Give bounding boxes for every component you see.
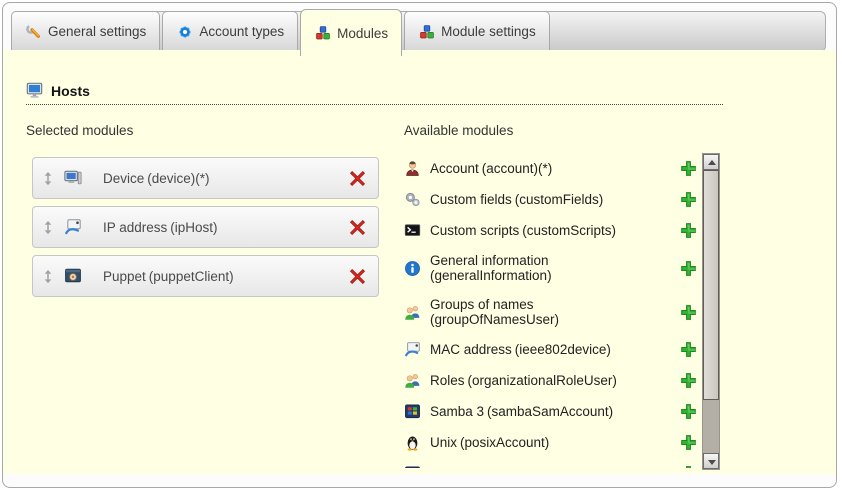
scroll-down-button[interactable] — [703, 453, 719, 469]
available-module-custom-scripts: Custom scripts(customScripts) — [404, 215, 697, 246]
available-modules-heading: Available modules — [404, 123, 513, 138]
remove-x-icon — [349, 268, 366, 285]
monitor-icon — [26, 82, 43, 99]
selected-modules-heading: Selected modules — [26, 123, 133, 138]
add-module-button[interactable] — [680, 160, 697, 177]
tab-label: Account types — [199, 24, 284, 39]
windows-icon — [404, 465, 421, 468]
tab-label: Module settings — [441, 24, 536, 39]
modules-icon — [419, 24, 435, 40]
puppet-icon — [64, 267, 82, 285]
add-module-button[interactable] — [680, 403, 697, 420]
section-title: Hosts — [51, 83, 90, 99]
module-label: Puppet(puppetClient) — [103, 269, 234, 284]
available-list-scrollbar[interactable] — [702, 153, 720, 470]
add-module-button[interactable] — [680, 372, 697, 389]
gear-icon — [177, 24, 193, 40]
available-module-account: Account(account)(*) — [404, 153, 697, 184]
add-module-button[interactable] — [680, 341, 697, 358]
add-module-button[interactable] — [680, 191, 697, 208]
drag-handle-icon[interactable] — [43, 171, 53, 186]
module-label: MAC address(ieee802device) — [430, 342, 671, 357]
scrollbar-thumb[interactable] — [703, 170, 719, 400]
available-module-mac-address: MAC address(ieee802device) — [404, 334, 697, 365]
roles-group-icon — [404, 372, 421, 389]
module-label: Roles(organizationalRoleUser) — [430, 373, 671, 388]
available-module-roles: Roles(organizationalRoleUser) — [404, 365, 697, 396]
available-module-unix: Unix(posixAccount) — [404, 427, 697, 458]
add-plus-icon — [680, 434, 697, 451]
add-plus-icon — [680, 403, 697, 420]
selected-module-device[interactable]: Device(device)(*) — [32, 157, 379, 199]
selected-module-ip-address[interactable]: IP address(ipHost) — [32, 206, 379, 248]
remove-module-button[interactable] — [349, 268, 366, 285]
add-plus-icon — [680, 191, 697, 208]
add-plus-icon — [680, 222, 697, 239]
hosts-section-header: Hosts — [26, 82, 723, 105]
module-label: Unix(posixAccount) — [430, 435, 671, 450]
tab-bar: General settings Account types Modules — [11, 11, 826, 52]
module-label: IP address(ipHost) — [103, 220, 218, 235]
tab-general-settings[interactable]: General settings — [11, 11, 160, 52]
terminal-icon — [404, 222, 421, 239]
selected-modules-list: Device(device)(*) IP a — [32, 157, 379, 297]
tab-module-settings[interactable]: Module settings — [404, 11, 550, 52]
selected-module-puppet[interactable]: Puppet(puppetClient) — [32, 255, 379, 297]
add-plus-icon — [680, 260, 697, 277]
wrench-icon — [26, 24, 42, 40]
samba-windows-icon — [404, 403, 421, 420]
drag-handle-icon[interactable] — [43, 220, 53, 235]
add-plus-icon — [680, 372, 697, 389]
info-icon — [404, 260, 421, 277]
tab-modules[interactable]: Modules — [300, 9, 402, 56]
mac-address-icon — [404, 341, 421, 358]
add-module-button[interactable] — [680, 304, 697, 321]
module-label: Custom fields(customFields) — [430, 192, 671, 207]
modules-panel: Hosts Selected modules Available modules… — [3, 50, 836, 474]
tux-penguin-icon — [404, 434, 421, 451]
available-module-samba3: Samba 3(sambaSamAccount) — [404, 396, 697, 427]
remove-x-icon — [349, 170, 366, 187]
settings-window: General settings Account types Modules — [2, 2, 837, 488]
add-plus-icon — [680, 160, 697, 177]
add-plus-icon — [680, 341, 697, 358]
remove-x-icon — [349, 219, 366, 236]
account-person-icon — [404, 160, 421, 177]
add-module-button[interactable] — [680, 434, 697, 451]
modules-icon — [315, 25, 331, 41]
available-module-groups-of-names: Groups of names(groupOfNamesUser) — [404, 290, 697, 334]
module-label: Account(account)(*) — [430, 161, 671, 176]
remove-module-button[interactable] — [349, 170, 366, 187]
module-label: Custom scripts(customScripts) — [430, 223, 671, 238]
module-label: Samba 3(sambaSamAccount) — [430, 404, 671, 419]
add-plus-icon — [680, 465, 697, 468]
tab-label: Modules — [337, 26, 388, 41]
add-module-button[interactable] — [680, 260, 697, 277]
scroll-up-button[interactable] — [703, 154, 719, 170]
available-modules-list: Account(account)(*) Custom fields(custom… — [404, 153, 697, 468]
remove-module-button[interactable] — [349, 219, 366, 236]
tab-account-types[interactable]: Account types — [162, 11, 298, 52]
drag-handle-icon[interactable] — [43, 269, 53, 284]
module-label: General information(generalInformation) — [430, 253, 671, 283]
add-module-button[interactable] — [680, 222, 697, 239]
available-module-general-information: General information(generalInformation) — [404, 246, 697, 290]
device-icon — [64, 169, 82, 187]
gears-icon — [404, 191, 421, 208]
tab-label: General settings — [48, 24, 146, 39]
available-module-custom-fields: Custom fields(customFields) — [404, 184, 697, 215]
ip-address-icon — [64, 218, 82, 236]
module-label: Groups of names(groupOfNamesUser) — [430, 297, 671, 327]
group-icon — [404, 304, 421, 321]
available-module-windows: Windows(windowsHost)(*) — [404, 458, 697, 468]
add-module-button[interactable] — [680, 465, 697, 468]
module-label: Windows(windowsHost)(*) — [430, 466, 671, 468]
add-plus-icon — [680, 304, 697, 321]
module-label: Device(device)(*) — [103, 171, 210, 186]
